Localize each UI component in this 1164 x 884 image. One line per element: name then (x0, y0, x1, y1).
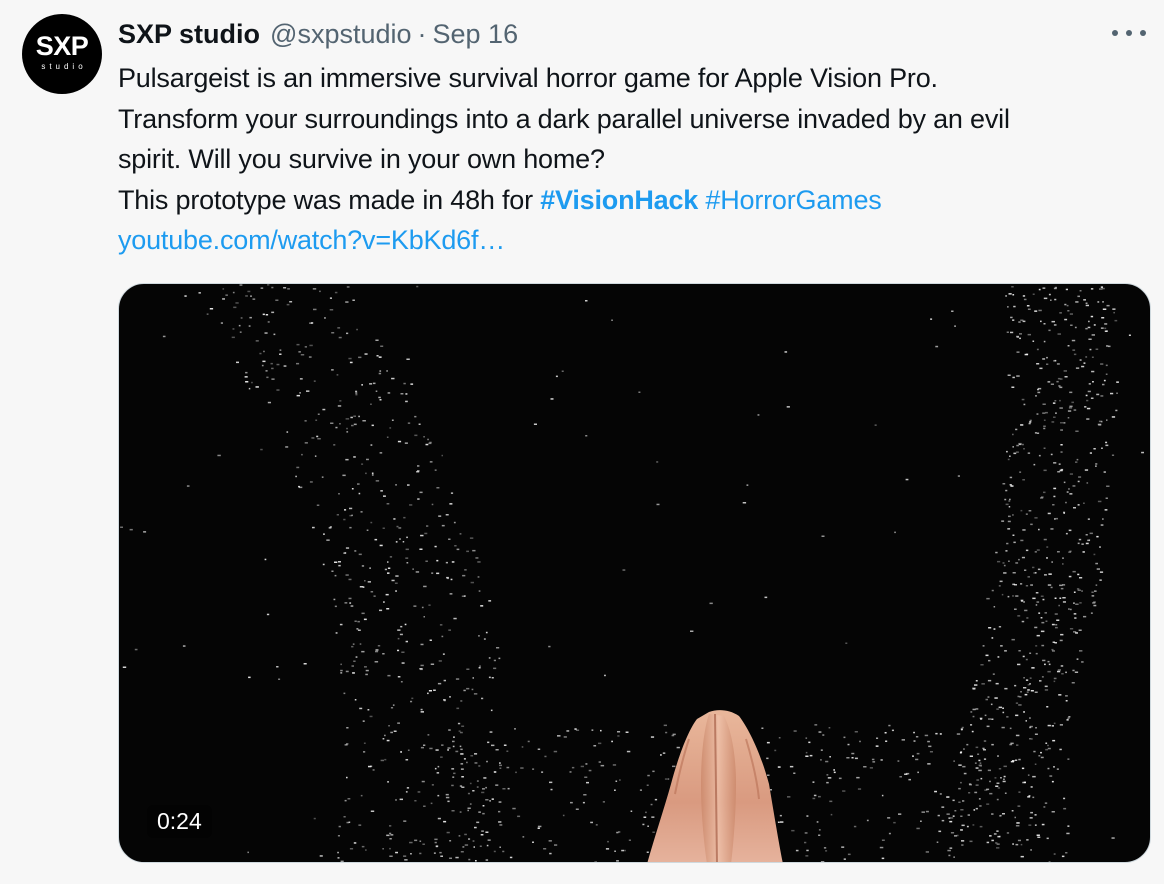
separator-dot: · (417, 18, 427, 49)
praying-hands-image (647, 710, 783, 862)
tweet-line: This prototype was made in 48h for #Visi… (118, 180, 1158, 221)
hashtag-horrorgames[interactable]: #HorrorGames (705, 185, 881, 215)
avatar-logo: SXP (35, 31, 89, 61)
author-name[interactable]: SXP studio (118, 19, 260, 50)
tweet-line-prefix: This prototype was made in 48h for (118, 184, 541, 215)
tweet-line: Transform your surroundings into a dark … (118, 103, 1010, 134)
youtube-link[interactable]: youtube.com/watch?v=KbKd6f… (118, 220, 1158, 261)
video-frame (120, 284, 1144, 862)
tweet-date[interactable]: Sep 16 (433, 19, 519, 50)
more-dot (1140, 30, 1146, 36)
video-duration: 0:24 (147, 805, 212, 838)
tweet-line: spirit. Will you survive in your own hom… (118, 144, 605, 174)
tweet-text: Pulsargeist is an immersive survival hor… (118, 58, 1158, 261)
author-handle[interactable]: @sxpstudio (270, 19, 411, 50)
avatar[interactable]: SXP studio (22, 14, 102, 94)
avatar-sub: studio (41, 62, 87, 71)
more-horizontal-icon[interactable] (1112, 20, 1146, 46)
more-dot (1126, 30, 1132, 36)
tweet-header: SXP studio @sxpstudio · Sep 16 (118, 16, 518, 52)
tweet-line: Pulsargeist is an immersive survival hor… (118, 63, 938, 93)
video-player[interactable]: 0:24 (118, 283, 1151, 863)
more-dot (1112, 30, 1118, 36)
particle-field (120, 284, 1144, 862)
hashtag-visionhack[interactable]: #VisionHack (540, 185, 698, 215)
